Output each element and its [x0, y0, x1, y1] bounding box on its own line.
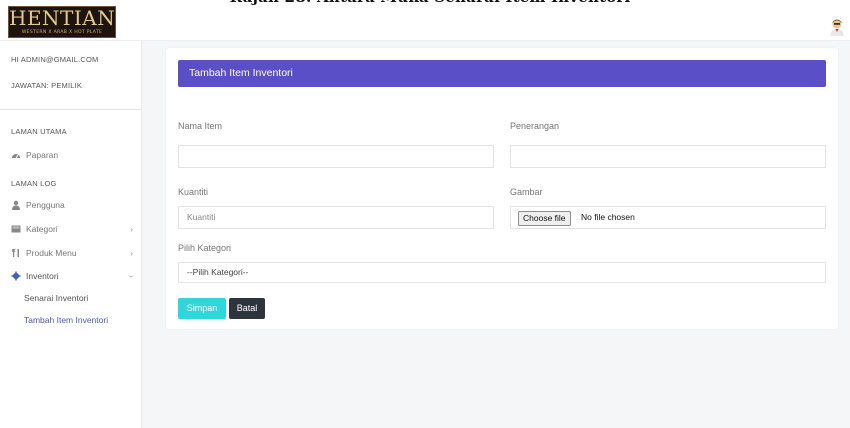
sidebar-item-label: Kategori [26, 224, 58, 234]
section-log-label: LAMAN LOG [11, 179, 57, 188]
description-label: Penerangan [510, 121, 560, 131]
figure-caption: Rajah 28: Antara Muka Senarai Item Inven… [0, 0, 850, 12]
item-name-label: Nama Item [178, 121, 223, 131]
chevron-down-icon: › [127, 274, 137, 278]
quantity-input[interactable]: Kuantiti [178, 206, 494, 229]
cancel-button[interactable]: Batal [229, 298, 265, 319]
main-content: Tambah Item Inventori Nama Item Penerang… [142, 41, 850, 428]
sidebar-item-dashboard[interactable]: Paparan [11, 148, 135, 162]
brand-logo[interactable]: HENTIAN WESTERN X ARAB X HOT PLATE [8, 6, 116, 38]
user-role: JAWATAN: PEMILIK [11, 81, 83, 90]
logo-text: HENTIAN [9, 6, 116, 30]
section-main-label: LAMAN UTAMA [11, 127, 67, 136]
file-status-text: No file chosen [581, 212, 635, 222]
logo-tagline: WESTERN X ARAB X HOT PLATE [21, 30, 103, 35]
user-icon [12, 200, 20, 210]
sidebar-subitem-add-inventory[interactable]: Tambah Item Inventori [24, 315, 108, 325]
item-name-input[interactable] [178, 145, 494, 168]
sidebar-item-label: Pengguna [26, 200, 65, 210]
sidebar-item-menu[interactable]: Produk Menu › [11, 246, 135, 260]
chevron-right-icon: › [130, 224, 133, 234]
sidebar-item-label: Paparan [26, 150, 59, 160]
category-icon [11, 225, 21, 233]
form-title: Tambah Item Inventori [178, 60, 826, 87]
sidebar-item-inventory[interactable]: Inventori › [11, 269, 137, 283]
sidebar: HI ADMIN@GMAIL.COM JAWATAN: PEMILIK LAMA… [0, 41, 142, 428]
category-select[interactable]: --Pilih Kategori-- [178, 262, 826, 283]
user-email: HI ADMIN@GMAIL.COM [11, 55, 99, 64]
sidebar-item-users[interactable]: Pengguna [11, 198, 135, 212]
dashboard-icon [12, 154, 20, 159]
user-avatar-icon[interactable] [829, 18, 845, 36]
form-card: Tambah Item Inventori Nama Item Penerang… [166, 48, 838, 329]
sidebar-item-label: Inventori [26, 271, 59, 281]
chevron-right-icon: › [130, 248, 133, 258]
category-label: Pilih Kategori [178, 243, 232, 253]
gear-icon [11, 271, 21, 281]
sidebar-subitem-inventory-list[interactable]: Senarai Inventori [24, 293, 88, 303]
sidebar-divider [0, 109, 141, 110]
save-button[interactable]: Simpan [178, 298, 226, 319]
description-input[interactable] [510, 145, 826, 168]
sidebar-item-category[interactable]: Kategori › [11, 222, 135, 236]
quantity-label: Kuantiti [178, 187, 209, 197]
sidebar-item-label: Produk Menu [26, 248, 77, 258]
choose-file-button[interactable]: Choose file [518, 211, 571, 226]
image-file-input[interactable]: Choose file No file chosen [510, 206, 826, 229]
image-label: Gambar [510, 187, 543, 197]
utensils-icon [12, 249, 19, 257]
